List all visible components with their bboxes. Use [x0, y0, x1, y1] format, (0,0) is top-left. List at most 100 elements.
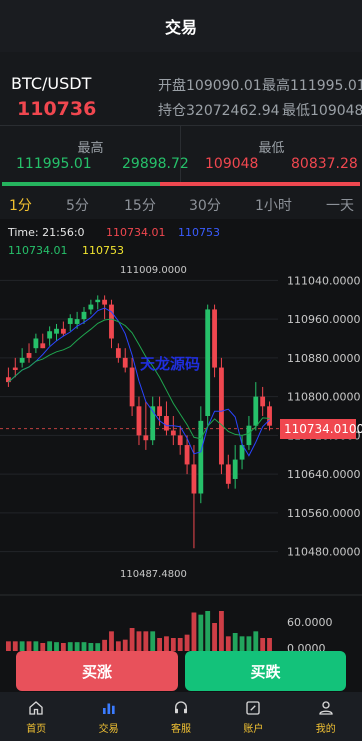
candle-body [164, 416, 169, 431]
info-ma3: 110734.01 [8, 244, 68, 257]
low-label: 最低 [258, 141, 285, 156]
low-price: 最低109048 [282, 103, 362, 119]
period-tab-5m[interactable]: 5分 [66, 195, 89, 215]
candle-body [246, 425, 252, 446]
candle-body [95, 299, 101, 303]
candle-body [40, 343, 46, 349]
info-ma1: 110734.01 [106, 226, 166, 239]
pair-symbol: BTC/USDT [11, 74, 92, 93]
candle-body [191, 464, 197, 494]
tab-trade-label: 交易 [98, 723, 119, 735]
candle-body [74, 319, 80, 324]
watermark: 天龙源码 [140, 355, 200, 373]
candle-body [102, 299, 108, 305]
y-tick-label: 111040.0000 [287, 274, 360, 287]
candle-body [67, 318, 73, 324]
y-tick-label: 110560.0000 [287, 507, 360, 520]
candle-body [177, 435, 183, 446]
candle-body [212, 309, 217, 368]
tab-home[interactable]: 首页 [0, 692, 72, 741]
volume-tick-top: 60.0000 [287, 616, 333, 629]
kline-svg: Time: 21:56:0 110734.01 110753 110734.01… [0, 226, 362, 655]
candle-body [219, 367, 224, 465]
candle-body [115, 348, 121, 358]
sell-ratio [159, 182, 360, 186]
y-tick-label: 110800.0000 [287, 391, 360, 404]
position-volume: 持仓32072462.94 [158, 103, 280, 119]
info-ma4: 110753 [82, 244, 124, 257]
buy-sell-ratio-bar [2, 182, 360, 186]
period-tabs: 1分 5分 15分 30分 1小时 一天 [0, 190, 362, 218]
low-count: 80837.28 [291, 156, 358, 172]
bottom-tabbar: 首页 交易 客服 账户 我的 [0, 692, 362, 741]
user-icon [319, 700, 333, 715]
open-price: 开盘109090.01 [158, 78, 262, 94]
candle-body [205, 309, 211, 416]
candle-body [19, 357, 25, 363]
tab-service-label: 客服 [170, 723, 191, 735]
candle-body [54, 328, 59, 334]
tab-account[interactable]: 账户 [217, 692, 289, 741]
candle-body [88, 304, 94, 310]
candle-body [198, 420, 204, 494]
candle-body [267, 406, 272, 426]
tab-trade[interactable]: 交易 [72, 692, 144, 741]
candle-body [26, 353, 32, 358]
tab-account-label: 账户 [243, 723, 264, 735]
period-tab-1m[interactable]: 1分 [9, 195, 32, 215]
current-price: 110736 [17, 98, 97, 120]
candle-body [170, 430, 176, 436]
page-header: 交易 [0, 0, 362, 52]
last-price-value: 110734.0100 [284, 422, 362, 436]
candle-body [12, 367, 18, 370]
tab-home-label: 首页 [26, 723, 47, 735]
info-ma2: 110753 [178, 226, 220, 239]
candle-body [136, 406, 142, 436]
buy-ratio [2, 182, 160, 186]
candle-body [253, 396, 259, 426]
candle-body [232, 459, 238, 479]
tab-profile-label: 我的 [315, 723, 336, 735]
high-count: 29898.72 [122, 156, 189, 172]
ticker-panel: BTC/USDT 110736 开盘109090.01 最高111995.01 … [0, 62, 362, 124]
period-tab-1d[interactable]: 一天 [326, 195, 354, 215]
kline-chart[interactable]: Time: 21:56:0 110734.01 110753 110734.01… [0, 219, 362, 693]
candle-body [6, 377, 11, 383]
max-price-label: 111009.0000 [120, 265, 187, 276]
y-tick-label: 110960.0000 [287, 313, 360, 326]
period-tab-1h[interactable]: 1小时 [255, 195, 292, 215]
high-low-panel: 最高 111995.01 29898.72 最低 109048 80837.28 [0, 125, 362, 184]
candle-body [143, 435, 149, 441]
headset-icon [174, 700, 187, 713]
y-tick-label: 110640.0000 [287, 468, 360, 481]
y-tick-label: 110880.0000 [287, 352, 360, 365]
buy-up-button[interactable]: 买涨 [16, 651, 178, 691]
low-column: 最低 109048 80837.28 [181, 126, 362, 184]
page-title: 交易 [164, 18, 197, 37]
edit-icon [246, 700, 261, 715]
candle-body [60, 328, 66, 334]
high-column: 最高 111995.01 29898.72 [0, 126, 189, 184]
low-value: 109048 [205, 156, 259, 172]
y-tick-label: 110480.0000 [287, 546, 360, 559]
candle-body [129, 367, 135, 407]
high-price: 最高111995.01 [262, 78, 362, 94]
tab-service[interactable]: 客服 [145, 692, 217, 741]
candle-body [260, 396, 266, 407]
buy-down-button[interactable]: 买跌 [185, 651, 346, 691]
min-price-label: 110487.4800 [120, 569, 187, 580]
home-icon [29, 700, 43, 715]
period-tab-30m[interactable]: 30分 [189, 195, 221, 215]
period-tab-15m[interactable]: 15分 [124, 195, 156, 215]
candle-body [184, 445, 190, 465]
candle-body [47, 331, 53, 339]
info-time: Time: 21:56:0 [7, 226, 85, 239]
tab-profile[interactable]: 我的 [290, 692, 362, 741]
candle-body [81, 311, 87, 320]
trade-actions: 买涨 买跌 [0, 645, 362, 695]
candle-body [109, 304, 114, 339]
candle-body [157, 406, 162, 416]
high-label: 最高 [77, 141, 104, 156]
chart-icon [102, 703, 115, 714]
high-value: 111995.01 [16, 156, 92, 172]
